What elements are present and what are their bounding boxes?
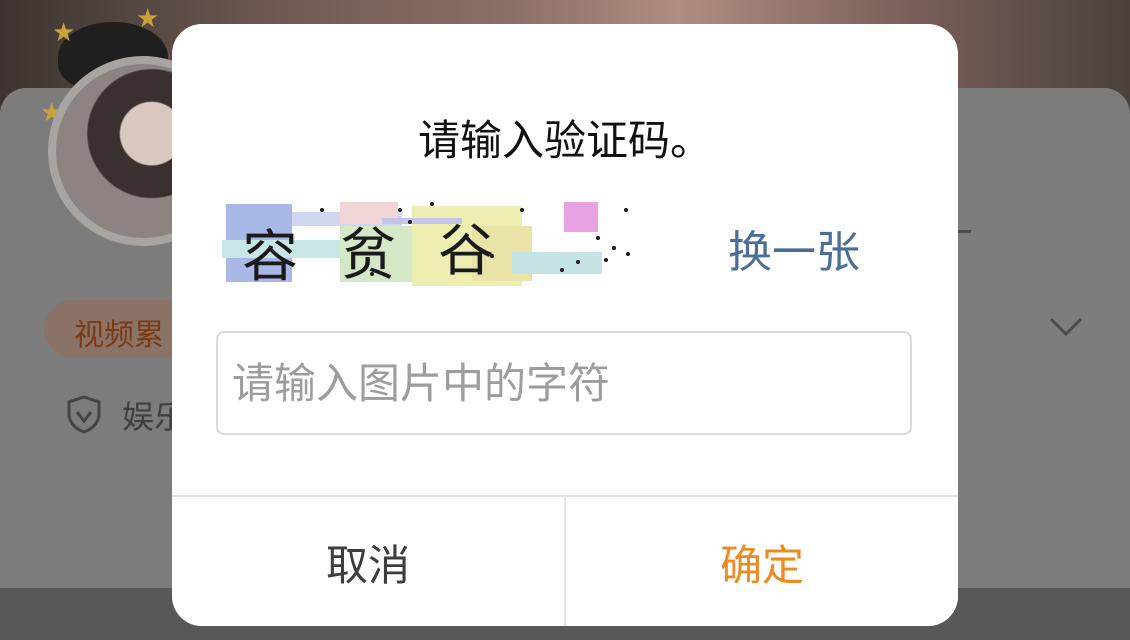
refresh-captcha-link[interactable]: 换一张 (728, 216, 860, 280)
shield-icon (67, 395, 101, 434)
chevron-down-icon (1049, 317, 1083, 337)
captcha-character: 容 (242, 225, 298, 286)
captcha-image: 容 贫 谷 (222, 196, 652, 286)
dialog-footer: 取消 确定 (172, 495, 958, 626)
background-star-icon: ★ (52, 18, 76, 48)
background-tag-label: 视频累 (74, 318, 164, 353)
captcha-character: 贫 (340, 223, 396, 286)
screen: ★ ★ ★ 视频累 娱乐 请输入验证码。 容 贫 谷 换一张 请输入图片中的字符… (0, 0, 1130, 640)
cancel-button[interactable]: 取消 (172, 497, 566, 626)
captcha-code-input[interactable] (216, 331, 912, 435)
background-star-icon: ★ (136, 4, 160, 34)
confirm-button[interactable]: 确定 (566, 497, 958, 626)
captcha-dialog: 请输入验证码。 容 贫 谷 换一张 请输入图片中的字符 取消 确定 (172, 24, 958, 626)
captcha-character: 谷 (438, 219, 494, 284)
dialog-title: 请输入验证码。 (417, 116, 712, 165)
